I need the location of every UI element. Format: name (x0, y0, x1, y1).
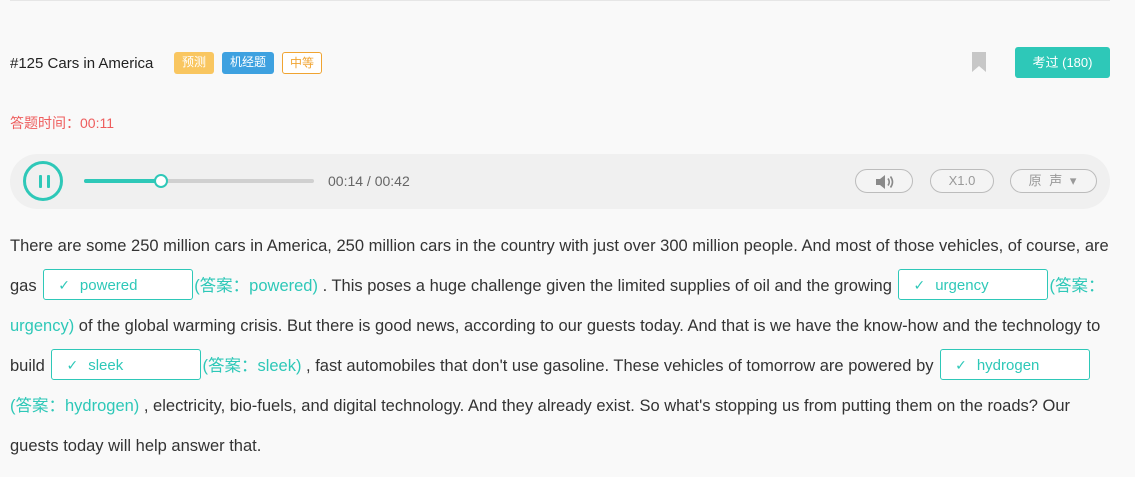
answer-input-value: hydrogen (976, 357, 1040, 375)
answer-timer: 答题时间：00:11 (10, 113, 114, 133)
answer-input-value: urgency (935, 277, 989, 295)
correct-answer: (答案：sleek) (202, 357, 302, 375)
progress-fill (84, 179, 161, 183)
check-icon: ✓ (913, 277, 926, 294)
speed-button[interactable]: X1.0 (930, 169, 994, 193)
question-title: #125 Cars in America (10, 55, 154, 72)
progress-handle[interactable] (153, 174, 168, 188)
correct-answer: (答案：hydrogen) (10, 397, 140, 415)
timer-value: 00:11 (80, 115, 114, 131)
time-display: 00:14 / 00:42 (328, 173, 410, 189)
pause-icon (39, 175, 42, 188)
answer-input[interactable]: ✓ hydrogen (940, 349, 1091, 381)
passage-segment: , electricity, bio-fuels, and digital te… (10, 397, 1071, 455)
passed-count-button[interactable]: 考过 (180) (1015, 47, 1110, 78)
pause-button[interactable] (23, 161, 63, 201)
answer-input-value: sleek (88, 357, 124, 375)
check-icon: ✓ (58, 277, 70, 294)
volume-icon (876, 175, 894, 189)
question-header: #125 Cars in America 预测 机经题 中等 考过 (180) (10, 47, 1110, 80)
correct-answer: (答案：powered) (194, 277, 318, 295)
timer-label: 答题时间： (10, 115, 80, 131)
check-icon: ✓ (66, 357, 79, 374)
top-divider (10, 0, 1110, 1)
volume-button[interactable] (855, 169, 913, 193)
answer-input[interactable]: ✓ urgency (898, 269, 1049, 301)
passage-segment: , fast automobiles that don't use gasoli… (301, 357, 939, 375)
check-icon: ✓ (955, 357, 967, 374)
progress-track[interactable] (84, 174, 314, 188)
passage-segment: . This poses a huge challenge given the … (317, 277, 897, 295)
answer-input[interactable]: ✓ sleek (51, 349, 202, 381)
bookmark-icon[interactable] (971, 51, 987, 73)
tag-difficulty: 中等 (282, 52, 322, 74)
voice-select[interactable]: 原 声 ▾ (1010, 169, 1097, 193)
passage-text: There are some 250 million cars in Ameri… (10, 226, 1110, 466)
tag-prediction: 预测 (174, 52, 214, 74)
answer-input[interactable]: ✓ powered (43, 269, 194, 301)
answer-input-value: powered (79, 277, 138, 295)
tag-exam-question: 机经题 (222, 52, 274, 74)
audio-player: 00:14 / 00:42 X1.0 原 声 ▾ (10, 154, 1110, 209)
